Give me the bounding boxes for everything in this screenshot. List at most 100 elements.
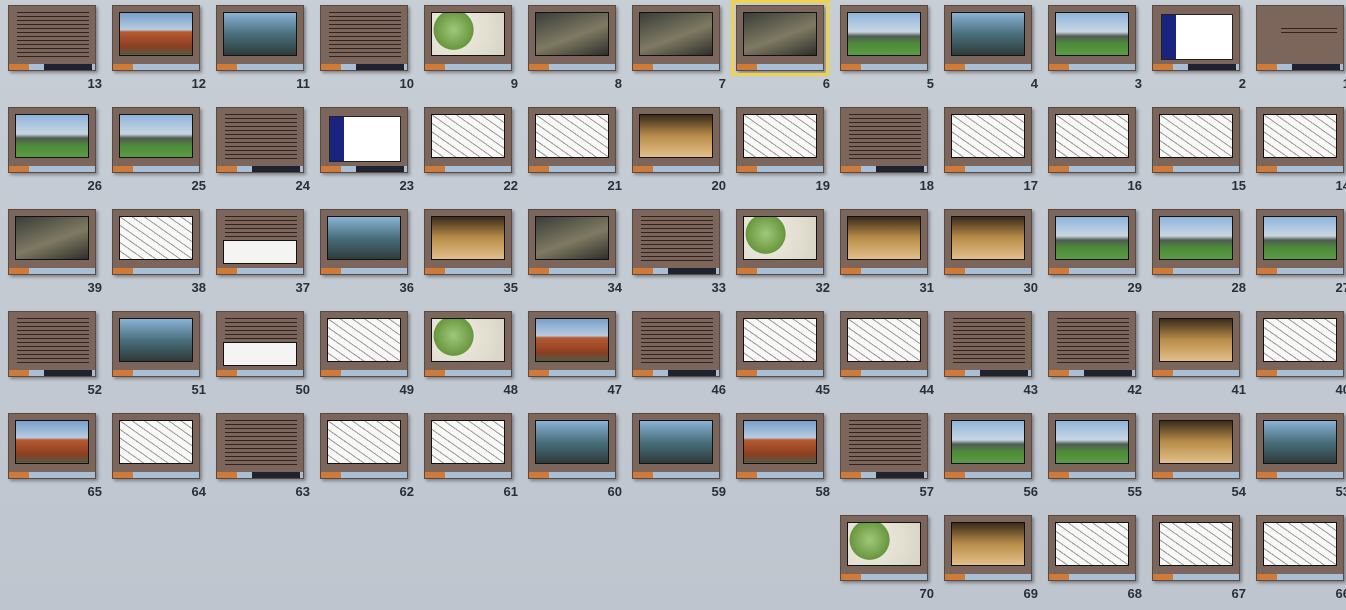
slide-thumbnail-23[interactable]: 23 <box>316 104 420 206</box>
slide-preview[interactable] <box>216 311 304 377</box>
slide-preview[interactable] <box>8 209 96 275</box>
slide-thumbnail-21[interactable]: 21 <box>524 104 628 206</box>
slide-thumbnail-69[interactable]: 69 <box>940 512 1044 610</box>
slide-preview[interactable] <box>216 413 304 479</box>
slide-preview[interactable] <box>1048 515 1136 581</box>
slide-preview[interactable] <box>632 5 720 71</box>
slide-thumbnail-41[interactable]: 41 <box>1148 308 1252 410</box>
slide-preview[interactable] <box>1048 5 1136 71</box>
slide-preview[interactable] <box>736 413 824 479</box>
slide-preview[interactable] <box>528 5 616 71</box>
slide-preview[interactable] <box>112 209 200 275</box>
slide-thumbnail-3[interactable]: 3 <box>1044 2 1148 104</box>
slide-preview[interactable] <box>8 5 96 71</box>
slide-thumbnail-2[interactable]: 2 <box>1148 2 1252 104</box>
slide-preview[interactable] <box>1152 107 1240 173</box>
slide-preview[interactable] <box>8 311 96 377</box>
slide-thumbnail-70[interactable]: 70 <box>836 512 940 610</box>
slide-preview[interactable] <box>1152 413 1240 479</box>
slide-thumbnail-50[interactable]: 50 <box>212 308 316 410</box>
slide-thumbnail-25[interactable]: 25 <box>108 104 212 206</box>
slide-preview[interactable] <box>1256 209 1344 275</box>
slide-thumbnail-59[interactable]: 59 <box>628 410 732 512</box>
slide-preview[interactable] <box>424 413 512 479</box>
slide-preview[interactable] <box>1152 209 1240 275</box>
slide-preview[interactable] <box>632 311 720 377</box>
slide-thumbnail-61[interactable]: 61 <box>420 410 524 512</box>
slide-thumbnail-35[interactable]: 35 <box>420 206 524 308</box>
slide-preview[interactable] <box>1152 311 1240 377</box>
slide-preview[interactable] <box>424 5 512 71</box>
slide-thumbnail-11[interactable]: 11 <box>212 2 316 104</box>
slide-preview[interactable] <box>528 413 616 479</box>
slide-thumbnail-17[interactable]: 17 <box>940 104 1044 206</box>
slide-thumbnail-8[interactable]: 8 <box>524 2 628 104</box>
slide-preview[interactable] <box>528 107 616 173</box>
slide-preview[interactable] <box>424 107 512 173</box>
slide-preview[interactable] <box>320 107 408 173</box>
slide-thumbnail-53[interactable]: 53 <box>1252 410 1346 512</box>
slide-thumbnail-16[interactable]: 16 <box>1044 104 1148 206</box>
slide-preview[interactable] <box>320 413 408 479</box>
slide-thumbnail-48[interactable]: 48 <box>420 308 524 410</box>
slide-thumbnail-49[interactable]: 49 <box>316 308 420 410</box>
slide-preview[interactable] <box>8 107 96 173</box>
slide-thumbnail-28[interactable]: 28 <box>1148 206 1252 308</box>
slide-thumbnail-15[interactable]: 15 <box>1148 104 1252 206</box>
slide-thumbnail-57[interactable]: 57 <box>836 410 940 512</box>
slide-thumbnail-37[interactable]: 37 <box>212 206 316 308</box>
slide-preview[interactable] <box>8 413 96 479</box>
slide-thumbnail-13[interactable]: 13 <box>4 2 108 104</box>
slide-preview[interactable] <box>736 311 824 377</box>
slide-thumbnail-56[interactable]: 56 <box>940 410 1044 512</box>
slide-thumbnail-68[interactable]: 68 <box>1044 512 1148 610</box>
slide-preview[interactable] <box>216 107 304 173</box>
slide-preview[interactable] <box>528 311 616 377</box>
slide-preview[interactable] <box>736 209 824 275</box>
slide-preview[interactable] <box>736 107 824 173</box>
slide-thumbnail-63[interactable]: 63 <box>212 410 316 512</box>
slide-thumbnail-62[interactable]: 62 <box>316 410 420 512</box>
slide-thumbnail-42[interactable]: 42 <box>1044 308 1148 410</box>
slide-thumbnail-4[interactable]: 4 <box>940 2 1044 104</box>
slide-thumbnail-58[interactable]: 58 <box>732 410 836 512</box>
slide-thumbnail-26[interactable]: 26 <box>4 104 108 206</box>
slide-preview[interactable] <box>1152 5 1240 71</box>
slide-preview[interactable] <box>1256 107 1344 173</box>
slide-thumbnail-39[interactable]: 39 <box>4 206 108 308</box>
slide-thumbnail-12[interactable]: 12 <box>108 2 212 104</box>
slide-preview[interactable] <box>1256 515 1344 581</box>
slide-preview[interactable] <box>1256 311 1344 377</box>
slide-preview[interactable] <box>320 5 408 71</box>
slide-preview[interactable] <box>944 311 1032 377</box>
slide-thumbnail-20[interactable]: 20 <box>628 104 732 206</box>
slide-thumbnail-47[interactable]: 47 <box>524 308 628 410</box>
slide-thumbnail-33[interactable]: 33 <box>628 206 732 308</box>
slide-thumbnail-51[interactable]: 51 <box>108 308 212 410</box>
slide-preview[interactable] <box>112 107 200 173</box>
slide-preview[interactable] <box>1152 515 1240 581</box>
slide-preview[interactable] <box>840 515 928 581</box>
slide-thumbnail-32[interactable]: 32 <box>732 206 836 308</box>
slide-preview[interactable] <box>1048 107 1136 173</box>
slide-thumbnail-29[interactable]: 29 <box>1044 206 1148 308</box>
slide-preview[interactable] <box>632 209 720 275</box>
slide-preview[interactable] <box>840 107 928 173</box>
slide-preview[interactable] <box>944 413 1032 479</box>
slide-preview[interactable] <box>528 209 616 275</box>
slide-preview[interactable] <box>944 5 1032 71</box>
slide-preview[interactable] <box>1256 5 1344 71</box>
slide-preview[interactable] <box>216 5 304 71</box>
slide-thumbnail-55[interactable]: 55 <box>1044 410 1148 512</box>
slide-thumbnail-60[interactable]: 60 <box>524 410 628 512</box>
slide-preview[interactable] <box>632 413 720 479</box>
slide-preview[interactable] <box>1256 413 1344 479</box>
slide-preview[interactable] <box>424 311 512 377</box>
slide-thumbnail-9[interactable]: 9 <box>420 2 524 104</box>
slide-thumbnail-65[interactable]: 65 <box>4 410 108 512</box>
slide-thumbnail-31[interactable]: 31 <box>836 206 940 308</box>
slide-thumbnail-45[interactable]: 45 <box>732 308 836 410</box>
slide-preview[interactable] <box>944 107 1032 173</box>
slide-thumbnail-10[interactable]: 10 <box>316 2 420 104</box>
slide-thumbnail-6[interactable]: 6 <box>731 0 836 104</box>
